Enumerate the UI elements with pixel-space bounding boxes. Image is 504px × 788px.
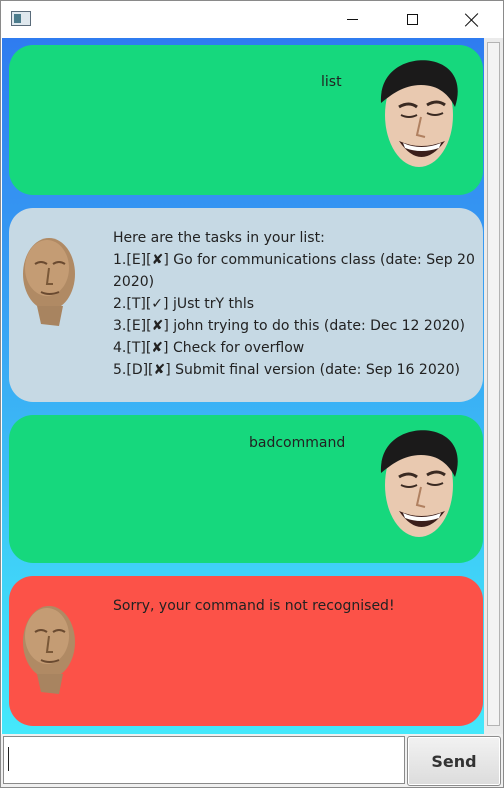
maximize-button[interactable] — [389, 1, 435, 38]
minimize-button[interactable] — [329, 1, 375, 38]
user-message-bubble: badcommand — [9, 415, 483, 563]
text-caret — [8, 747, 9, 771]
duke-message-bubble: Here are the tasks in your list: 1.[E][✘… — [9, 208, 483, 402]
user-message-text: badcommand — [249, 435, 346, 451]
maximize-icon — [406, 14, 418, 25]
task-item: 4.[T][✘] Check for overflow — [113, 340, 305, 356]
error-message-bubble: Sorry, your command is not recognised! — [9, 576, 483, 726]
user-message-bubble: list — [9, 45, 483, 195]
task-list-header: Here are the tasks in your list: — [113, 230, 325, 246]
laughing-man-avatar — [380, 60, 458, 167]
task-item: 3.[E][✘] john trying to do this (date: D… — [113, 318, 466, 334]
task-item-continuation: 2020) — [113, 274, 155, 290]
minimize-icon — [346, 19, 358, 20]
vertical-scrollbar[interactable] — [484, 38, 503, 734]
send-button[interactable]: Send — [407, 736, 501, 786]
message-input[interactable] — [3, 736, 405, 784]
task-item: 1.[E][✘] Go for communications class (da… — [113, 252, 475, 268]
meme-man-avatar — [23, 606, 75, 694]
laughing-man-avatar — [380, 430, 458, 537]
app-window: list Here are the tasks in your list: 1.… — [0, 0, 504, 788]
task-item: 5.[D][✘] Submit final version (date: Sep… — [113, 362, 461, 378]
close-button[interactable] — [449, 1, 495, 38]
input-bar: Send — [1, 734, 503, 787]
app-window-icon — [11, 11, 31, 26]
close-icon — [465, 13, 479, 27]
scrollbar-thumb[interactable] — [487, 42, 500, 726]
chat-scroll-area[interactable]: list Here are the tasks in your list: 1.… — [2, 38, 484, 734]
task-item: 2.[T][✓] jUst trY thls — [113, 296, 255, 312]
title-bar — [1, 1, 503, 38]
meme-man-avatar — [23, 238, 75, 326]
error-message-text: Sorry, your command is not recognised! — [113, 598, 395, 614]
user-message-text: list — [321, 74, 342, 90]
